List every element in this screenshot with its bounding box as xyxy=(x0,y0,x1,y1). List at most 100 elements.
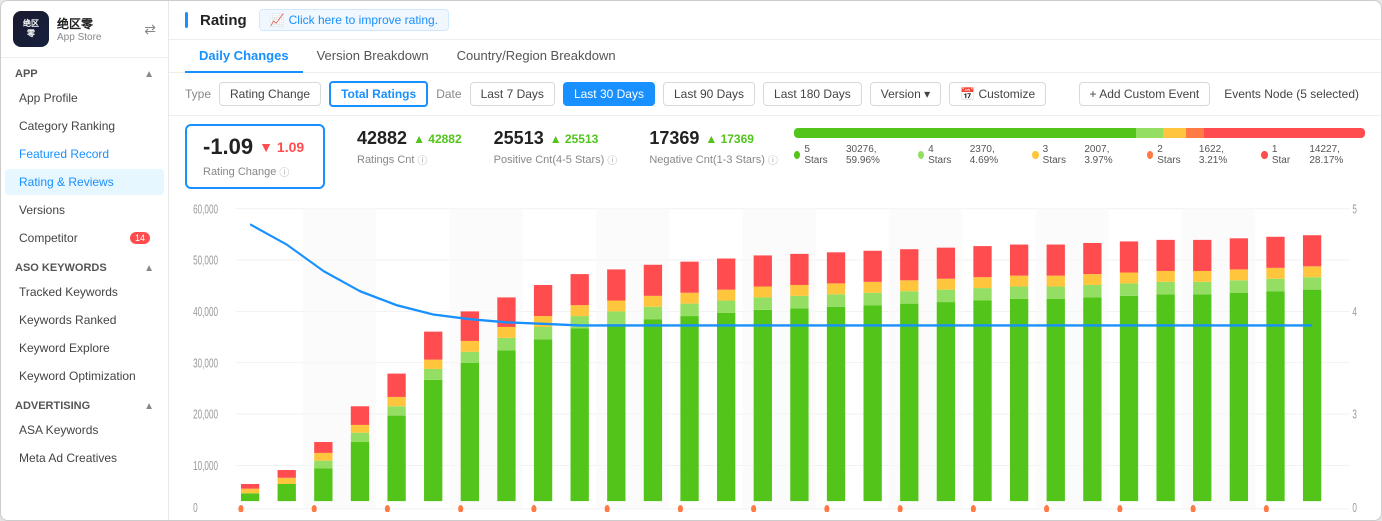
ratings-cnt-up: ▲ 42882 xyxy=(413,132,462,146)
negative-cnt-up: ▲ 17369 xyxy=(705,132,754,146)
app-icon: 绝区零 xyxy=(13,11,49,47)
five-star-info: 5 Stars xyxy=(794,144,830,166)
three-star-bar xyxy=(1163,128,1186,138)
app-info: 绝区零 App Store xyxy=(57,15,136,43)
version-button[interactable]: Version ▾ xyxy=(870,82,941,106)
negative-cnt-value: 17369 ▲ 17369 xyxy=(649,128,778,149)
svg-text:3: 3 xyxy=(1352,408,1357,422)
version-chevron-icon: ▾ xyxy=(924,87,930,101)
three-star-dot xyxy=(1032,151,1038,159)
aso-section-label: ASO Keywords ▲ xyxy=(1,252,168,278)
rating-change-card: -1.09 ▼ 1.09 Rating Change ⓘ xyxy=(185,124,325,189)
sidebar-item-keywords-ranked[interactable]: Keywords Ranked xyxy=(5,307,164,333)
app-name: 绝区零 xyxy=(57,15,136,32)
ratings-cnt-value: 42882 ▲ 42882 xyxy=(357,128,462,149)
ratings-cnt-label: Ratings Cnt ⓘ xyxy=(357,152,462,167)
rating-change-value: -1.09 ▼ 1.09 xyxy=(203,134,307,160)
last180-button[interactable]: Last 180 Days xyxy=(763,82,862,106)
rating-change-info-icon[interactable]: ⓘ xyxy=(279,164,289,179)
svg-text:30,000: 30,000 xyxy=(193,357,218,371)
one-star-bar xyxy=(1204,128,1365,138)
ratings-cnt-info-icon[interactable]: ⓘ xyxy=(417,152,427,167)
chevron-up-icon[interactable]: ▲ xyxy=(144,69,154,80)
chart-svg: 60,000 50,000 40,000 30,000 20,000 10,00… xyxy=(185,201,1365,512)
three-star-info: 3 Stars xyxy=(1032,144,1068,166)
chart-icon: 📈 xyxy=(270,13,285,27)
sidebar-item-rating-reviews[interactable]: Rating & Reviews xyxy=(5,169,164,195)
rating-bar-section: 5 Stars 30276, 59.96% 4 Stars 2370, 4.69… xyxy=(794,124,1365,189)
aso-chevron-icon[interactable]: ▲ xyxy=(144,263,154,274)
controls-right: + Add Custom Event Events Node (5 select… xyxy=(1079,82,1365,106)
positive-cnt-info-icon[interactable]: ⓘ xyxy=(607,152,617,167)
type-label: Type xyxy=(185,87,211,101)
svg-text:50,000: 50,000 xyxy=(193,254,218,268)
positive-cnt-up: ▲ 25513 xyxy=(550,132,599,146)
ad-section-label: Advertising ▲ xyxy=(1,390,168,416)
sidebar-item-competitor[interactable]: Competitor 14 xyxy=(5,225,164,251)
sidebar-item-keyword-optimization[interactable]: Keyword Optimization xyxy=(5,363,164,389)
negative-cnt-info-icon[interactable]: ⓘ xyxy=(768,152,778,167)
last90-button[interactable]: Last 90 Days xyxy=(663,82,755,106)
total-ratings-button[interactable]: Total Ratings xyxy=(329,81,428,107)
svg-text:0: 0 xyxy=(193,501,198,512)
tab-country-region-breakdown[interactable]: Country/Region Breakdown xyxy=(443,40,630,73)
sidebar-header: 绝区零 绝区零 App Store ⇄ xyxy=(1,1,168,58)
main-content: Rating 📈 Click here to improve rating. D… xyxy=(169,1,1381,520)
sidebar-item-featured-record[interactable]: Featured Record xyxy=(5,141,164,167)
rating-bar xyxy=(794,128,1365,138)
last30-button[interactable]: Last 30 Days xyxy=(563,82,655,106)
sidebar-item-versions[interactable]: Versions xyxy=(5,197,164,223)
three-star-count: 2007, 3.97% xyxy=(1084,144,1130,166)
positive-cnt-card: 25513 ▲ 25513 Positive Cnt(4-5 Stars) ⓘ xyxy=(478,124,634,189)
svg-text:0: 0 xyxy=(1352,501,1357,512)
one-star-dot xyxy=(1261,151,1267,159)
ad-chevron-icon[interactable]: ▲ xyxy=(144,401,154,412)
last7-button[interactable]: Last 7 Days xyxy=(470,82,555,106)
four-star-dot xyxy=(918,151,924,159)
sync-icon[interactable]: ⇄ xyxy=(144,21,156,38)
stats-row: -1.09 ▼ 1.09 Rating Change ⓘ 42882 ▲ 428… xyxy=(169,116,1381,197)
svg-text:4: 4 xyxy=(1352,305,1357,319)
controls-bar: Type Rating Change Total Ratings Date La… xyxy=(169,73,1381,116)
svg-text:40,000: 40,000 xyxy=(193,305,218,319)
customize-button[interactable]: 📅 Customize xyxy=(949,82,1046,106)
add-custom-event-button[interactable]: + Add Custom Event xyxy=(1079,82,1211,106)
one-star-info: 1 Star xyxy=(1261,144,1293,166)
four-star-info: 4 Stars xyxy=(918,144,954,166)
positive-cnt-value: 25513 ▲ 25513 xyxy=(494,128,618,149)
five-star-bar xyxy=(794,128,1136,138)
sidebar-item-category-ranking[interactable]: Category Ranking xyxy=(5,113,164,139)
chart-area: 60,000 50,000 40,000 30,000 20,000 10,00… xyxy=(169,197,1381,520)
chart-legend: 5 Stars 4 Stars 3 Stars 2 Stars 1 Star xyxy=(185,517,1365,520)
tab-daily-changes[interactable]: Daily Changes xyxy=(185,40,303,73)
four-star-count: 2370, 4.69% xyxy=(970,144,1016,166)
rating-change-button[interactable]: Rating Change xyxy=(219,82,321,106)
rating-stars-info: 5 Stars 30276, 59.96% 4 Stars 2370, 4.69… xyxy=(794,144,1365,166)
five-star-count: 30276, 59.96% xyxy=(846,144,902,166)
tab-version-breakdown[interactable]: Version Breakdown xyxy=(303,40,443,73)
calendar-icon: 📅 xyxy=(960,87,975,101)
negative-cnt-label: Negative Cnt(1-3 Stars) ⓘ xyxy=(649,152,778,167)
svg-text:20,000: 20,000 xyxy=(193,408,218,422)
sidebar-item-keyword-explore[interactable]: Keyword Explore xyxy=(5,335,164,361)
svg-text:60,000: 60,000 xyxy=(193,203,218,217)
tab-bar: Daily Changes Version Breakdown Country/… xyxy=(169,40,1381,73)
app-window: 绝区零 绝区零 App Store ⇄ APP ▲ App Profile Ca… xyxy=(0,0,1382,521)
five-star-dot xyxy=(794,151,800,159)
events-node-button[interactable]: Events Node (5 selected) xyxy=(1218,83,1365,105)
sidebar: 绝区零 绝区零 App Store ⇄ APP ▲ App Profile Ca… xyxy=(1,1,169,520)
rating-down-indicator: ▼ 1.09 xyxy=(259,139,304,155)
one-star-count: 14227, 28.17% xyxy=(1309,144,1365,166)
sidebar-item-app-profile[interactable]: App Profile xyxy=(5,85,164,111)
svg-text:5: 5 xyxy=(1352,203,1357,217)
rating-change-label: Rating Change ⓘ xyxy=(203,164,307,179)
sidebar-item-asa-keywords[interactable]: ASA Keywords xyxy=(5,417,164,443)
ratings-cnt-card: 42882 ▲ 42882 Ratings Cnt ⓘ xyxy=(341,124,478,189)
app-section-label: APP ▲ xyxy=(1,58,168,84)
competitor-badge: 14 xyxy=(130,232,150,244)
sidebar-item-tracked-keywords[interactable]: Tracked Keywords xyxy=(5,279,164,305)
two-star-count: 1622, 3.21% xyxy=(1199,144,1245,166)
improve-rating-link[interactable]: 📈 Click here to improve rating. xyxy=(259,9,449,31)
sidebar-item-meta-ad-creatives[interactable]: Meta Ad Creatives xyxy=(5,445,164,471)
four-star-bar xyxy=(1136,128,1163,138)
